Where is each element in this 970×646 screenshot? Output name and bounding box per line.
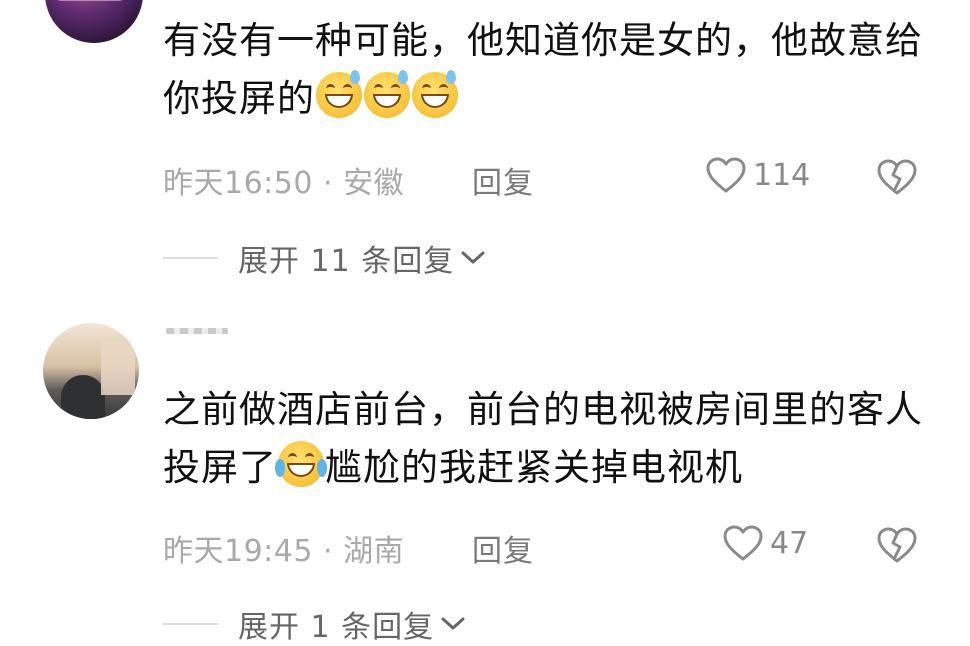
- expand-replies-button[interactable]: 展开 1 条回复: [163, 602, 466, 646]
- grinning-sweat-emoji: [316, 70, 362, 118]
- reply-button[interactable]: 回复: [472, 526, 534, 570]
- grinning-sweat-emoji: [364, 70, 410, 118]
- comment-text: 之前做酒店前台，前台的电视被房间里的客人投屏了 尴尬的我赶紧关掉电视机: [163, 388, 923, 489]
- divider: [163, 257, 218, 259]
- broken-heart-icon: [877, 159, 917, 195]
- like-count: 114: [753, 157, 811, 193]
- heart-outline-icon: [723, 525, 763, 561]
- tears-of-joy-emoji: [275, 441, 327, 487]
- like-button[interactable]: 114: [705, 156, 810, 194]
- commenter-avatar[interactable]: [45, 0, 143, 43]
- like-count: 47: [770, 525, 809, 561]
- heart-outline-icon: [706, 157, 746, 193]
- comment-meta: 昨天19:45 · 湖南: [163, 534, 405, 569]
- username-redacted: [166, 328, 228, 334]
- broken-heart-icon: [877, 527, 917, 563]
- divider: [163, 623, 218, 625]
- dislike-button[interactable]: [876, 158, 918, 200]
- chevron-down-icon: [441, 617, 465, 630]
- dislike-button[interactable]: [876, 526, 918, 568]
- comment-text: 有没有一种可能，他知道你是女的，他故意给你投屏的: [163, 19, 923, 120]
- commenter-avatar[interactable]: [43, 323, 139, 419]
- comment-meta: 昨天16:50 · 安徽: [163, 166, 405, 201]
- chevron-down-icon: [461, 251, 485, 264]
- grinning-sweat-emoji: [412, 70, 458, 118]
- reply-button[interactable]: 回复: [472, 158, 534, 202]
- like-button[interactable]: 47: [722, 524, 808, 562]
- expand-replies-button[interactable]: 展开 11 条回复: [163, 236, 486, 280]
